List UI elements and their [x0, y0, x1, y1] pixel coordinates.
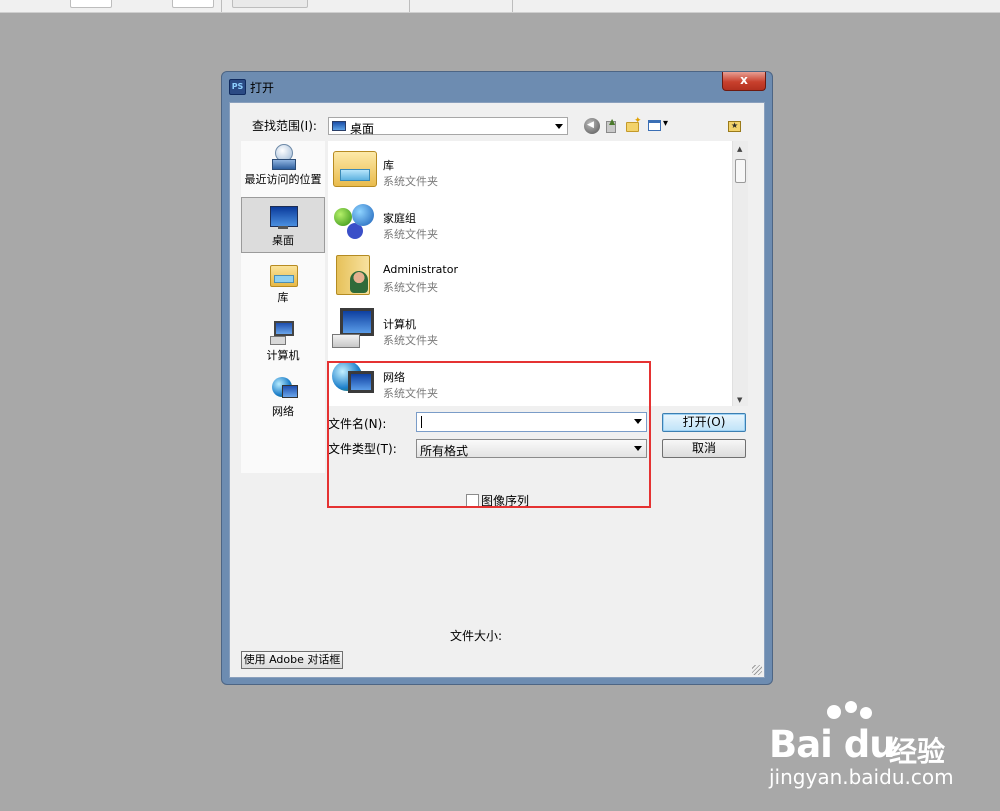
- watermark: Bai du 经验 jingyan.baidu.com: [765, 701, 955, 795]
- desktop-icon: [332, 121, 346, 131]
- place-label: 网络: [272, 405, 294, 418]
- open-button[interactable]: 打开(O): [662, 413, 746, 432]
- library-icon: [268, 261, 298, 287]
- scroll-thumb[interactable]: [735, 159, 746, 183]
- recent-places-icon: [268, 143, 298, 170]
- favorites-folder-icon[interactable]: [727, 118, 743, 134]
- use-adobe-dialog-button[interactable]: 使用 Adobe 对话框: [241, 651, 343, 669]
- place-network[interactable]: 网络: [241, 375, 325, 421]
- file-type: 系统文件夹: [383, 281, 438, 294]
- places-bar: 最近访问的位置 桌面 库 计算机 网络: [241, 141, 325, 473]
- resize-grip[interactable]: [752, 665, 762, 675]
- look-in-dropdown[interactable]: 桌面: [328, 117, 568, 136]
- file-name: 计算机: [383, 318, 416, 331]
- place-label: 桌面: [272, 234, 294, 247]
- scroll-down-icon[interactable]: ▼: [737, 396, 742, 404]
- place-label: 最近访问的位置: [244, 173, 322, 186]
- file-size-label: 文件大小:: [450, 629, 503, 643]
- annotation-highlight-box: [327, 361, 651, 508]
- toolbar-separator: [409, 0, 410, 12]
- toolbar-separator: [512, 0, 513, 12]
- close-button[interactable]: x: [722, 72, 766, 91]
- paw-icon: [860, 707, 872, 719]
- place-library[interactable]: 库: [241, 261, 325, 307]
- photoshop-app-icon: PS: [229, 79, 246, 95]
- look-in-label: 查找范围(I):: [252, 119, 317, 133]
- new-folder-icon[interactable]: [625, 116, 642, 134]
- title-bar[interactable]: PS 打开 x: [222, 72, 772, 102]
- width-field[interactable]: [70, 0, 112, 8]
- view-menu-icon[interactable]: [647, 118, 668, 134]
- list-item-administrator[interactable]: Administrator 系统文件夹: [328, 247, 728, 300]
- file-type: 系统文件夹: [383, 334, 438, 347]
- user-folder-icon: [332, 253, 376, 295]
- dropdown-arrow-icon[interactable]: [555, 124, 563, 129]
- up-one-level-icon[interactable]: [604, 117, 620, 134]
- file-type: 系统文件夹: [383, 175, 438, 188]
- list-item-computer[interactable]: 计算机 系统文件夹: [328, 300, 728, 353]
- place-computer[interactable]: 计算机: [241, 319, 325, 365]
- refine-edge-button[interactable]: [232, 0, 308, 8]
- network-icon: [268, 375, 298, 401]
- place-recent[interactable]: 最近访问的位置: [241, 143, 325, 191]
- list-item-homegroup[interactable]: 家庭组 系统文件夹: [328, 194, 728, 247]
- back-icon[interactable]: [584, 118, 600, 134]
- scroll-up-icon[interactable]: ▲: [737, 145, 742, 153]
- watermark-suffix: 经验: [889, 735, 946, 768]
- computer-icon: [268, 319, 298, 345]
- paw-icon: [827, 705, 841, 719]
- list-item-library[interactable]: 库 系统文件夹: [328, 141, 728, 194]
- place-label: 计算机: [266, 349, 300, 362]
- cancel-button[interactable]: 取消: [662, 439, 746, 458]
- options-bar: [0, 0, 1000, 13]
- file-name: Administrator: [383, 263, 458, 276]
- library-icon: [332, 147, 377, 189]
- watermark-url: jingyan.baidu.com: [769, 765, 954, 789]
- height-field[interactable]: [172, 0, 214, 8]
- paw-icon: [845, 701, 857, 713]
- homegroup-icon: [332, 200, 376, 242]
- look-in-value: 桌面: [350, 122, 375, 136]
- desktop-icon: [268, 204, 298, 230]
- place-label: 库: [277, 291, 289, 304]
- toolbar-separator: [221, 0, 222, 12]
- watermark-brand: Bai du: [769, 723, 896, 766]
- computer-icon: [332, 306, 376, 348]
- file-name: 家庭组: [383, 212, 416, 225]
- file-list-scrollbar[interactable]: ▲ ▼: [732, 141, 748, 406]
- dialog-title: 打开: [250, 81, 275, 95]
- file-name: 库: [383, 159, 394, 172]
- file-type: 系统文件夹: [383, 228, 438, 241]
- place-desktop[interactable]: 桌面: [241, 197, 325, 253]
